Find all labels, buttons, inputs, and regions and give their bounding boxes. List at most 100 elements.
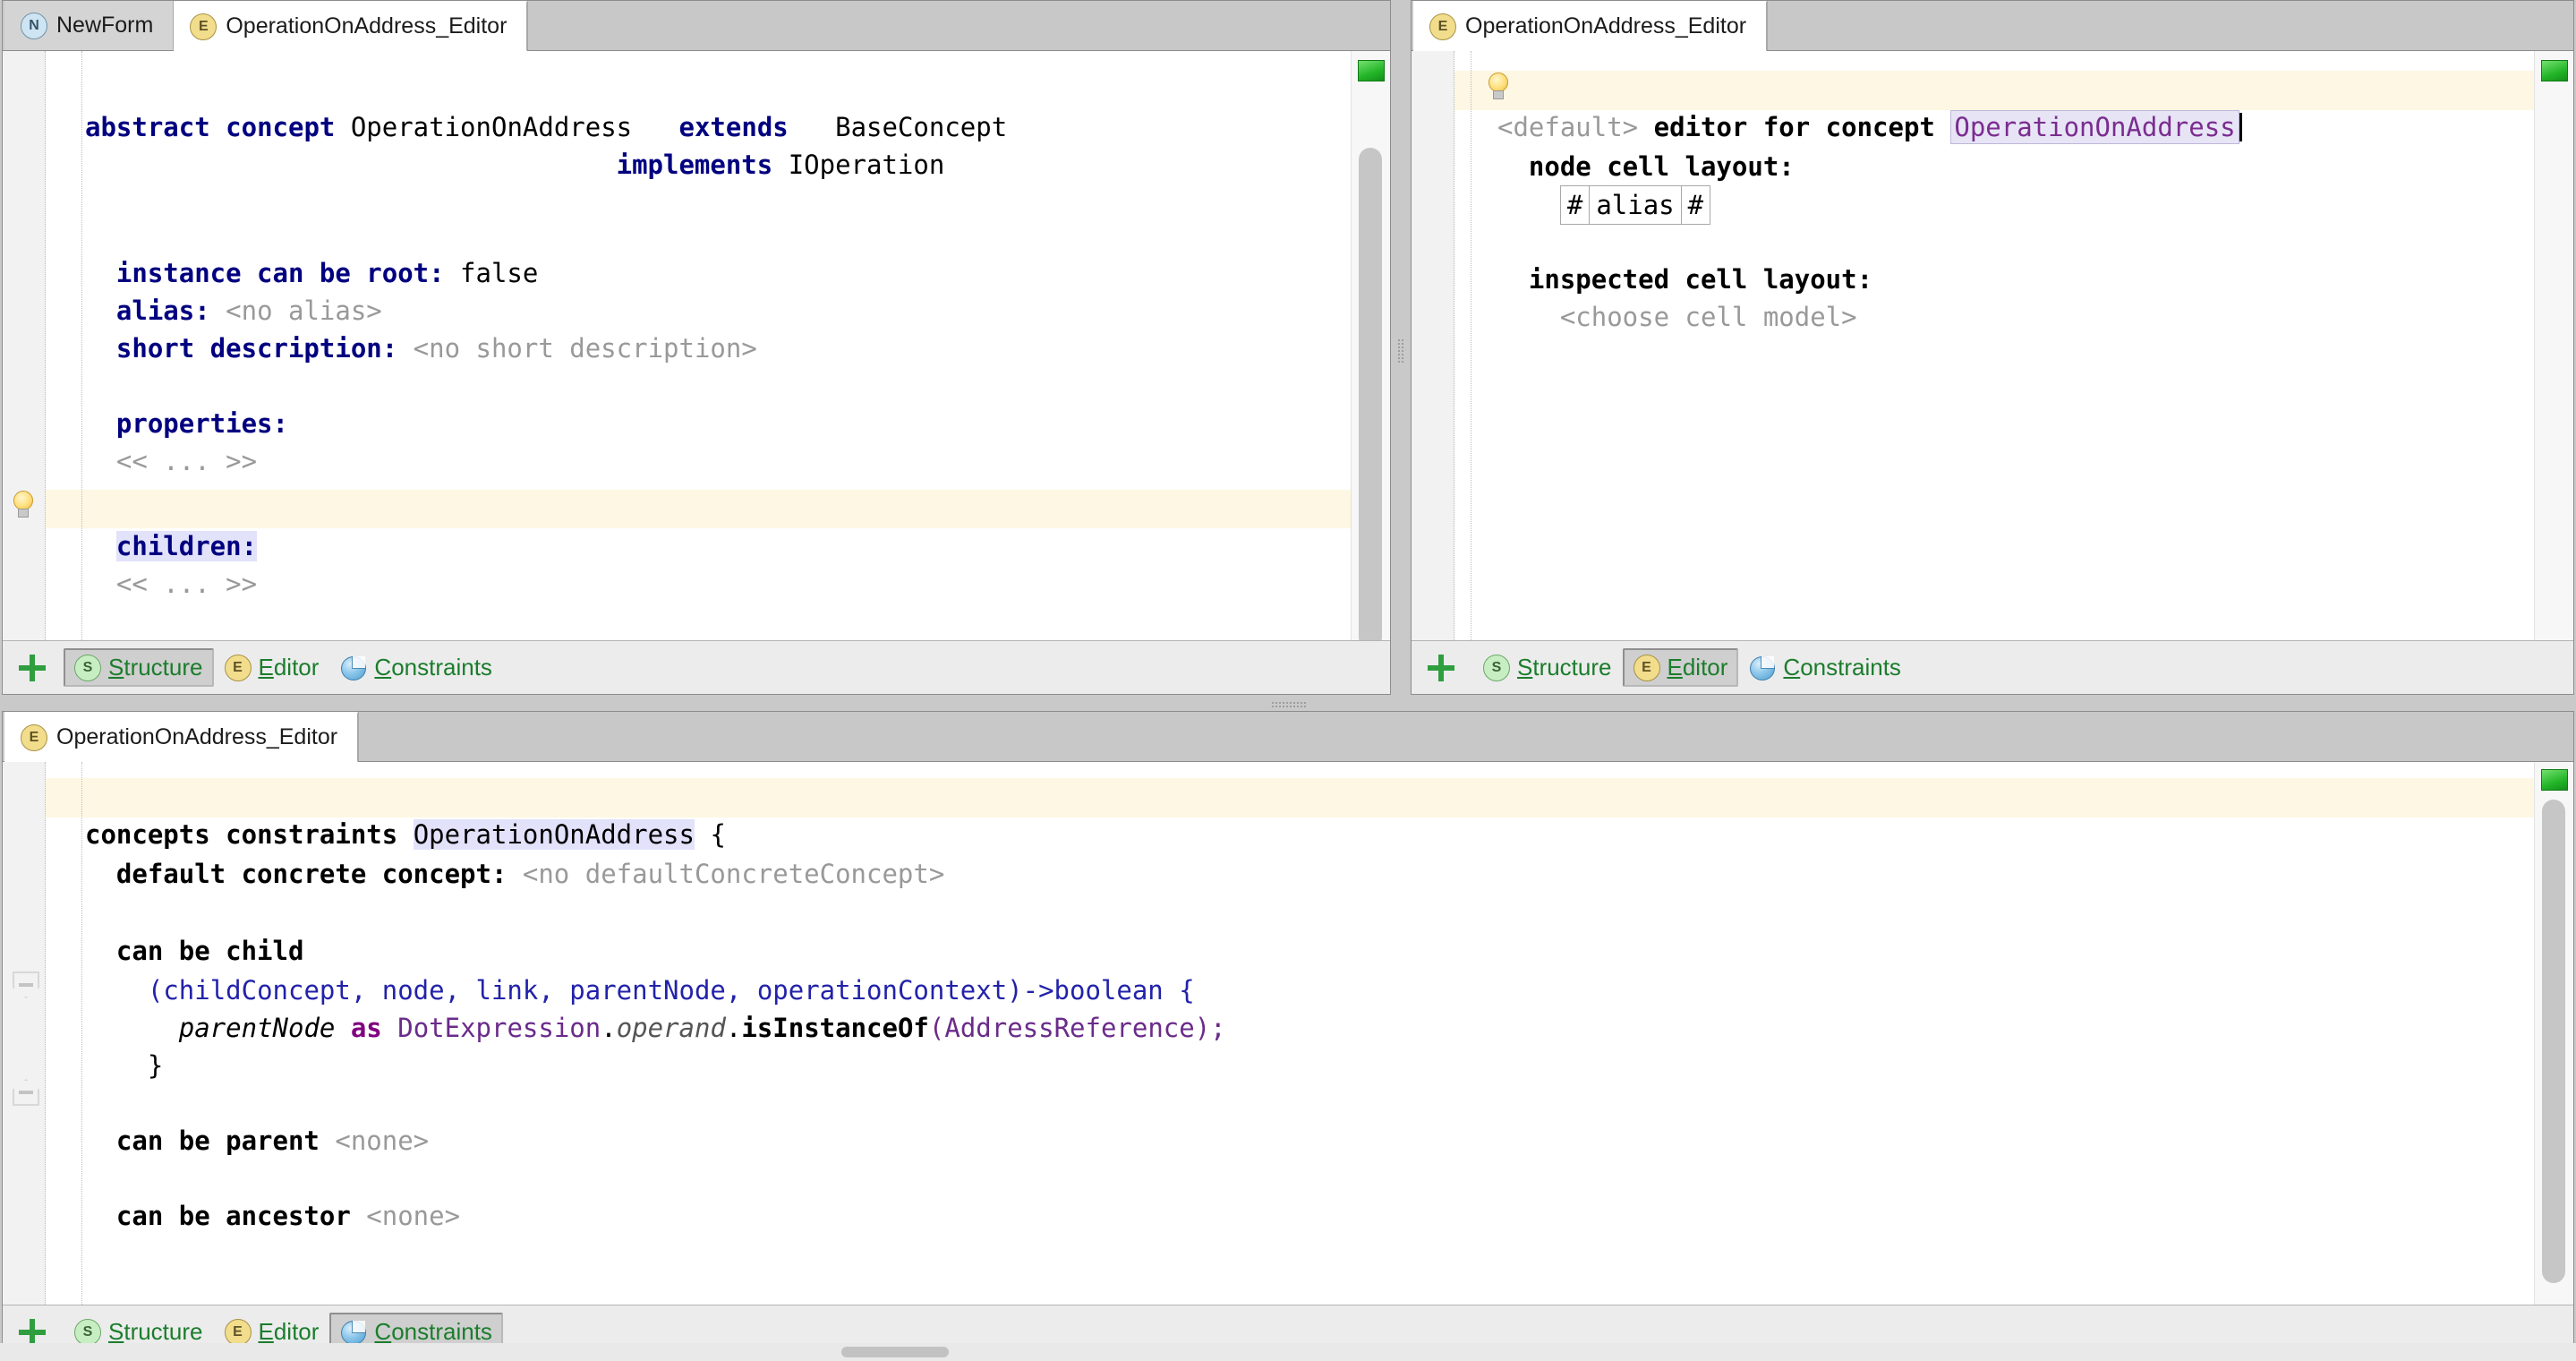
code-line: can be ancestor <none> <box>85 1201 460 1231</box>
structure-badge-icon: S <box>74 1319 101 1346</box>
structure-badge-icon: S <box>1483 655 1510 681</box>
cell-layout-alias-box[interactable]: #alias# <box>1560 185 1710 225</box>
interface-ref-ioperation[interactable]: IOperation <box>789 150 945 180</box>
right-panel-tabstrip: E OperationOnAddress_Editor <box>1412 1 2573 51</box>
horizontal-splitter[interactable] <box>0 697 2576 711</box>
keyword-implements: implements <box>617 150 773 180</box>
left-vertical-scrollbar-thumb[interactable] <box>1359 148 1382 649</box>
add-aspect-button[interactable] <box>1420 647 1462 689</box>
value-short-description[interactable]: <no short description> <box>414 333 757 364</box>
aspect-tab-label: Structure <box>1517 654 1612 681</box>
structure-badge-icon: S <box>74 655 101 681</box>
label-can-be-ancestor: can be ancestor <box>116 1201 351 1231</box>
constraints-editor-viewport: concepts constraints OperationOnAddress … <box>3 762 2573 1305</box>
right-error-stripe[interactable] <box>2534 51 2573 640</box>
left-editor-gutter[interactable] <box>3 51 46 640</box>
choose-cell-model-placeholder[interactable]: <choose cell model> <box>1560 302 1857 332</box>
editor-badge-icon: E <box>1429 13 1456 40</box>
member-operand[interactable]: operand <box>617 1013 726 1043</box>
constraints-editor-gutter[interactable] <box>3 762 46 1305</box>
constraints-aspect-panel: E OperationOnAddress_Editor concepts con… <box>2 711 2574 1359</box>
value-can-be-parent[interactable]: <none> <box>335 1126 429 1156</box>
intention-bulb-icon[interactable] <box>12 491 35 519</box>
type-addressreference[interactable]: AddressReference <box>944 1013 1194 1043</box>
right-editor-gutter[interactable] <box>1412 51 1454 640</box>
analysis-status-ok-marker[interactable] <box>1358 60 1385 81</box>
code-line: can be parent <none> <box>85 1126 429 1156</box>
label-can-be-parent: can be parent <box>116 1126 320 1156</box>
editor-badge-icon: E <box>225 655 252 681</box>
aspect-tab-label: Editor <box>1668 654 1728 681</box>
tab-label: OperationOnAddress_Editor <box>226 13 507 39</box>
aspect-tab-label: Structure <box>108 654 203 681</box>
constraints-pie-icon <box>340 655 367 681</box>
aspect-tab-editor[interactable]: E Editor <box>1623 648 1739 687</box>
text-caret <box>2239 113 2242 141</box>
vertical-splitter[interactable] <box>1391 0 1411 697</box>
right-editor-viewport: <default> editor for concept OperationOn… <box>1412 51 2573 640</box>
cell-hash-right: # <box>1682 186 1710 224</box>
left-error-stripe[interactable] <box>1351 51 1390 640</box>
structure-code-area[interactable]: abstract concept OperationOnAddress exte… <box>46 51 1351 640</box>
close-brace: } <box>148 1050 163 1081</box>
value-can-be-ancestor[interactable]: <none> <box>366 1201 460 1231</box>
fold-collapse-start-icon[interactable] <box>13 972 39 998</box>
code-line: << ... >> <box>85 569 257 599</box>
tab-operationonaddress-editor[interactable]: E OperationOnAddress_Editor <box>4 712 358 762</box>
method-isinstanceof[interactable]: isInstanceOf <box>741 1013 929 1043</box>
value-default-concrete-concept[interactable]: <no defaultConcreteConcept> <box>523 859 944 889</box>
constraints-code-area[interactable]: concepts constraints OperationOnAddress … <box>46 762 2534 1305</box>
aspect-tab-structure[interactable]: S Structure <box>1472 648 1623 687</box>
window-horizontal-scrollbar-thumb[interactable] <box>841 1347 949 1357</box>
tab-newform[interactable]: N NewForm <box>4 1 174 50</box>
concept-reference[interactable]: OperationOnAddress <box>1950 110 2239 144</box>
left-panel-aspect-tabs: S Structure E Editor Constraints <box>3 640 1390 694</box>
properties-collapsed-block[interactable]: << ... >> <box>116 446 257 476</box>
editor-badge-icon: E <box>190 13 217 40</box>
left-editor-viewport: abstract concept OperationOnAddress exte… <box>3 51 1390 640</box>
bottom-error-stripe[interactable] <box>2534 762 2573 1305</box>
type-dotexpression[interactable]: DotExpression <box>397 1013 601 1043</box>
constraints-pie-icon <box>1749 655 1776 681</box>
editor-code-area[interactable]: <default> editor for concept OperationOn… <box>1454 51 2534 640</box>
aspect-tab-structure[interactable]: S Structure <box>64 648 214 687</box>
aspect-tab-constraints[interactable]: Constraints <box>1738 648 1912 687</box>
tabstrip-filler <box>527 1 1390 50</box>
editor-badge-icon: E <box>21 724 47 751</box>
children-collapsed-block[interactable]: << ... >> <box>116 569 257 599</box>
top-editor-row: N NewForm E OperationOnAddress_Editor <box>0 0 2576 697</box>
add-aspect-button[interactable] <box>12 647 53 689</box>
tab-operationonaddress-editor[interactable]: E OperationOnAddress_Editor <box>1413 1 1767 51</box>
tab-label: NewForm <box>56 13 153 39</box>
aspect-tab-label: Constraints <box>1783 654 1901 681</box>
tabstrip-filler <box>358 712 2573 761</box>
dot-separator: . <box>726 1013 741 1043</box>
aspect-tab-label-rest: ditor <box>274 1318 320 1345</box>
editor-badge-icon: E <box>225 1319 252 1346</box>
code-line: << ... >> <box>85 446 257 476</box>
constraints-pie-icon <box>340 1319 367 1346</box>
aspect-tab-label-rest: ditor <box>1683 654 1728 680</box>
aspect-tab-label-rest: ditor <box>274 654 320 680</box>
fold-collapse-end-icon[interactable] <box>13 1079 39 1106</box>
aspect-tab-constraints[interactable]: Constraints <box>329 648 503 687</box>
tabstrip-filler <box>1767 1 2573 50</box>
window-horizontal-scrollbar[interactable] <box>0 1343 2576 1361</box>
aspect-tab-label: Structure <box>108 1318 203 1346</box>
bottom-panel-tabstrip: E OperationOnAddress_Editor <box>3 712 2573 762</box>
code-line: default concrete concept: <no defaultCon… <box>85 859 944 889</box>
analysis-status-ok-marker[interactable] <box>2541 769 2568 791</box>
arg-open-paren: ( <box>929 1013 944 1043</box>
left-panel-tabstrip: N NewForm E OperationOnAddress_Editor <box>3 1 1390 51</box>
aspect-tab-editor[interactable]: E Editor <box>214 648 330 687</box>
aspect-tab-label: Constraints <box>374 1318 492 1346</box>
dot-separator: . <box>601 1013 616 1043</box>
cell-alias-token[interactable]: alias <box>1590 186 1681 224</box>
aspect-tab-label-rest: tructure <box>1532 654 1611 680</box>
value-instance-can-be-root[interactable]: false <box>460 258 538 288</box>
bottom-vertical-scrollbar-thumb[interactable] <box>2542 800 2565 1283</box>
analysis-status-ok-marker[interactable] <box>2541 60 2568 81</box>
tab-operationonaddress-editor[interactable]: E OperationOnAddress_Editor <box>174 1 527 51</box>
application-window: N NewForm E OperationOnAddress_Editor <box>0 0 2576 1361</box>
node-badge-icon: N <box>21 13 47 39</box>
